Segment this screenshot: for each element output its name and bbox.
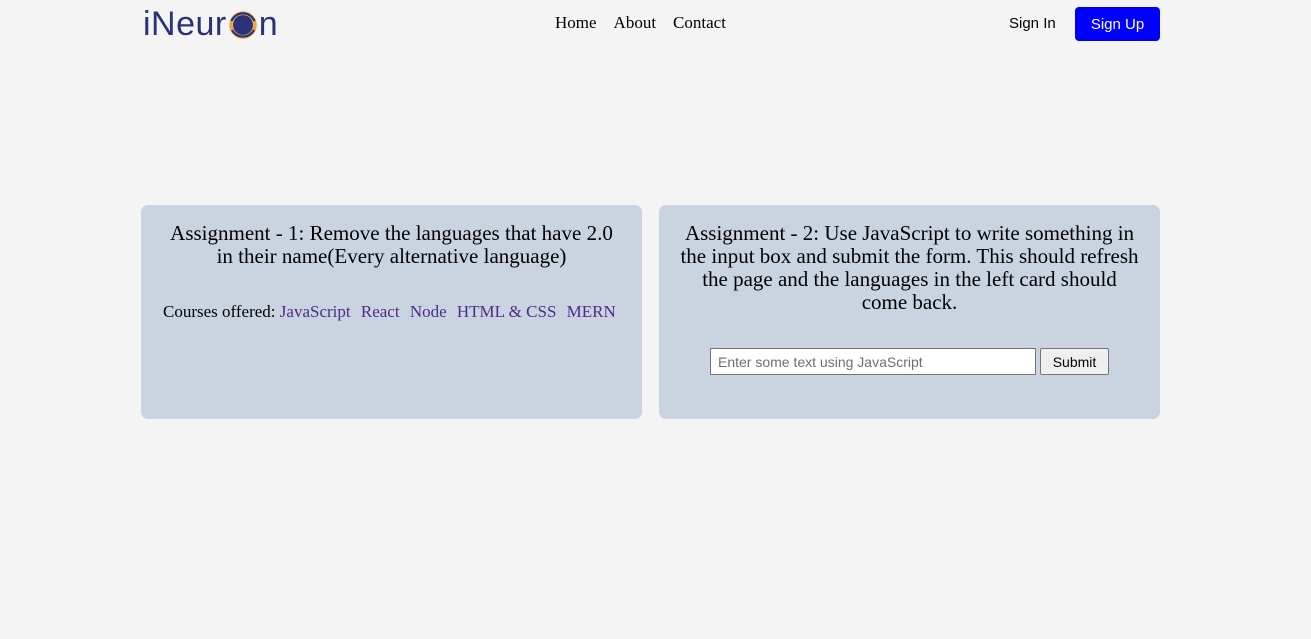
logo-text-end: n — [258, 5, 279, 43]
top-navbar: iNeur n Home About Contact Sign In Sign … — [0, 0, 1311, 48]
course-link-javascript[interactable]: JavaScript — [280, 302, 351, 321]
ineuron-o-logo-mark-icon — [229, 11, 257, 39]
course-link-react[interactable]: React — [361, 302, 400, 321]
nav-link-about[interactable]: About — [614, 13, 657, 33]
assignment-2-card: Assignment - 2: Use JavaScript to write … — [659, 205, 1160, 419]
assignment-1-card: Assignment - 1: Remove the languages tha… — [141, 205, 642, 419]
courses-label: Courses offered: — [163, 302, 276, 321]
ineuron-logo[interactable]: iNeur n — [143, 4, 278, 44]
nav-link-home[interactable]: Home — [555, 13, 597, 33]
course-link-node[interactable]: Node — [410, 302, 447, 321]
submit-button[interactable]: Submit — [1040, 348, 1109, 375]
logo-text-start: iNeur — [143, 5, 227, 43]
text-input[interactable] — [710, 348, 1036, 375]
assignment-2-title: Assignment - 2: Use JavaScript to write … — [680, 221, 1139, 314]
sign-up-button[interactable]: Sign Up — [1075, 7, 1160, 41]
sign-in-link[interactable]: Sign In — [1009, 15, 1056, 32]
nav-link-contact[interactable]: Contact — [673, 13, 726, 33]
courses-offered: Courses offered: JavaScript React Node H… — [163, 302, 616, 322]
assignment-1-title: Assignment - 1: Remove the languages tha… — [170, 221, 613, 268]
course-link-mern[interactable]: MERN — [567, 302, 616, 321]
main-nav: Home About Contact — [555, 13, 726, 33]
course-link-html-css[interactable]: HTML & CSS — [457, 302, 557, 321]
